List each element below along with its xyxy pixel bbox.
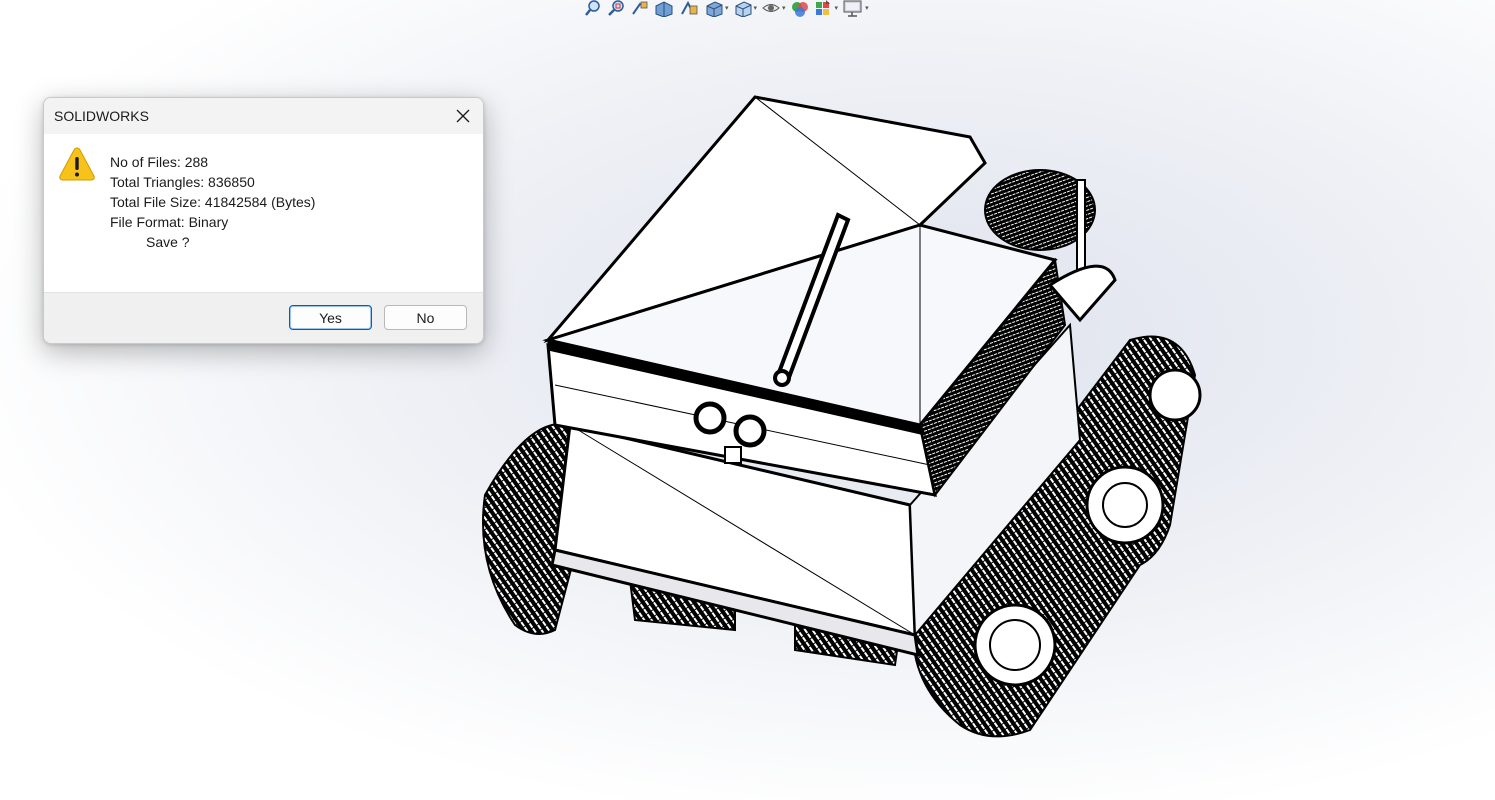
display-style-icon[interactable]: ▾ <box>733 0 758 18</box>
dialog-message: No of Files: 288 Total Triangles: 836850… <box>110 152 315 252</box>
view-settings-icon[interactable]: ▾ <box>842 0 869 18</box>
apply-scene-icon[interactable]: ▾ <box>814 0 839 18</box>
dialog-body: No of Files: 288 Total Triangles: 836850… <box>44 134 483 292</box>
file-size-text: Total File Size: 41842584 (Bytes) <box>110 194 316 210</box>
triangle-count-text: Total Triangles: 836850 <box>110 174 255 190</box>
dialog-titlebar[interactable]: SOLIDWORKS <box>44 98 483 134</box>
yes-button[interactable]: Yes <box>289 305 372 330</box>
save-prompt-text: Save ? <box>146 234 190 250</box>
graphics-area[interactable]: ▾ ▾ ▾ ▾ ▾ SOLIDWORKS No of Files: 288 To… <box>0 0 1495 800</box>
robot-model[interactable] <box>440 85 1220 745</box>
dialog-footer: Yes No <box>44 292 483 343</box>
chevron-down-icon: ▾ <box>782 5 786 12</box>
zoom-to-fit-icon[interactable] <box>584 0 602 18</box>
view-orientation-icon[interactable]: ▾ <box>704 0 729 18</box>
file-count-text: No of Files: 288 <box>110 154 209 170</box>
chevron-down-icon: ▾ <box>834 5 839 12</box>
no-button[interactable]: No <box>384 305 467 330</box>
dialog-title: SOLIDWORKS <box>54 108 149 124</box>
chevron-down-icon: ▾ <box>753 5 758 12</box>
zoom-to-area-icon[interactable] <box>606 0 626 18</box>
chevron-down-icon: ▾ <box>725 5 729 12</box>
edit-appearance-icon[interactable] <box>790 0 810 18</box>
file-format-text: File Format: Binary <box>110 214 229 230</box>
heads-up-view-toolbar: ▾ ▾ ▾ ▾ ▾ <box>584 0 869 18</box>
section-view-icon[interactable] <box>654 0 674 18</box>
save-confirmation-dialog: SOLIDWORKS No of Files: 288 Total Triang… <box>43 97 484 344</box>
hide-show-items-icon[interactable]: ▾ <box>761 0 786 18</box>
previous-view-icon[interactable] <box>630 0 650 18</box>
chevron-down-icon: ▾ <box>865 5 869 12</box>
close-icon <box>456 109 470 123</box>
close-button[interactable] <box>449 102 477 130</box>
dynamic-annotation-icon[interactable] <box>678 0 700 18</box>
warning-icon <box>58 146 96 187</box>
